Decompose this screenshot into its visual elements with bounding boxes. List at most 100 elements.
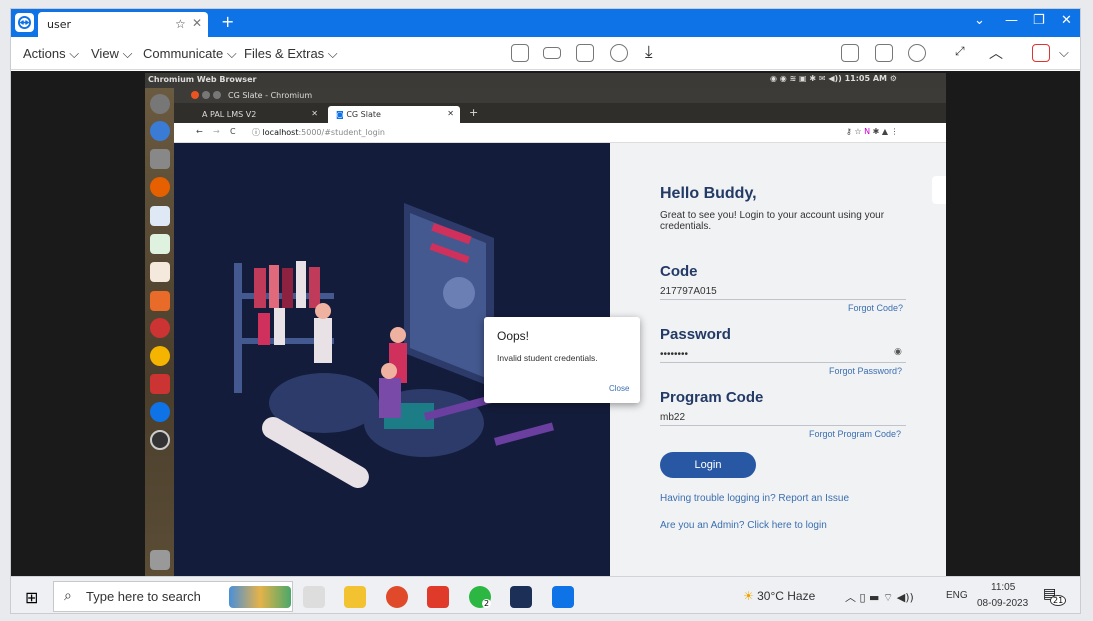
search-highlight-icon[interactable] [229, 586, 291, 608]
anydesk-icon[interactable] [427, 586, 449, 608]
chromium-toolbar: ← → C ⓘ localhost:5000/#student_login ⚷ … [174, 123, 946, 143]
writer-icon[interactable] [150, 206, 170, 226]
restore-icon[interactable]: ❐ [1033, 13, 1045, 28]
login-form: Hello Buddy, Great to see you! Login to … [610, 143, 946, 576]
fullscreen-icon[interactable]: ⤢ [955, 44, 965, 59]
error-dialog: Oops! Invalid student credentials. Close [484, 317, 640, 403]
menu-actions[interactable]: Actions ⌵ [23, 46, 79, 62]
file-explorer-icon[interactable] [344, 586, 366, 608]
impress-icon[interactable] [150, 262, 170, 282]
teamviewer-titlebar: user ☆ ✕ + ⌄ — ❐ ✕ [11, 9, 1080, 37]
trash-icon[interactable] [150, 550, 170, 570]
error-dialog-message: Invalid student credentials. [497, 353, 598, 363]
language-indicator[interactable]: ENG [946, 590, 968, 601]
teamviewer-menubar: Actions ⌵ View ⌵ Communicate ⌵ Files & E… [11, 37, 1080, 70]
report-issue-link[interactable]: Having trouble logging in? Report an Iss… [660, 493, 849, 504]
program-code-input[interactable]: mb22 [660, 412, 685, 423]
admin-login-link[interactable]: Are you an Admin? Click here to login [660, 520, 827, 531]
notification-icon[interactable]: ▤ 21 [1043, 586, 1067, 606]
new-tab-plus-icon[interactable]: + [221, 12, 234, 31]
forgot-password-link[interactable]: Forgot Password? [829, 366, 902, 376]
files-icon[interactable] [150, 149, 170, 169]
tab-pal-lms[interactable]: A PAL LMS V2 ✕ [194, 106, 324, 123]
session-tab-label: user [47, 18, 71, 31]
end-session-icon[interactable] [1032, 44, 1050, 62]
file-transfer-icon[interactable] [576, 44, 594, 62]
chromium-titlebar: CG Slate - Chromium [174, 88, 946, 103]
calc-icon[interactable] [150, 234, 170, 254]
error-dialog-close-button[interactable]: Close [609, 384, 629, 393]
windows-start-icon[interactable]: ⊞ [25, 588, 38, 607]
password-input[interactable]: •••••••• [660, 349, 688, 360]
panel-clock: 11:05 AM [844, 74, 887, 83]
ubuntu-launcher [145, 88, 174, 576]
new-tab-icon[interactable]: + [469, 106, 478, 119]
panel-indicators: ◉ ◉ ≋ ▣ ✱ ✉ ◀)) 11:05 AM ⚙ [770, 74, 897, 83]
taskbar-time[interactable]: 11:05 [991, 582, 1015, 593]
chevron-down-icon[interactable]: ⌄ [974, 13, 985, 28]
teamviewer-icon[interactable] [150, 402, 170, 422]
stats-icon[interactable] [511, 44, 529, 62]
chrome-icon[interactable] [386, 586, 408, 608]
whiteboard-icon[interactable] [841, 44, 859, 62]
end-session-dropdown-icon[interactable]: ⌵ [1059, 45, 1069, 61]
settings-icon[interactable] [150, 318, 170, 338]
session-tab[interactable]: user ☆ ✕ [38, 12, 208, 37]
app-icon-red[interactable] [150, 374, 170, 394]
record-icon[interactable] [610, 44, 628, 62]
keyboard-icon[interactable] [543, 47, 561, 59]
taskbar-date[interactable]: 08-09-2023 [977, 598, 1028, 609]
menu-files-extras[interactable]: Files & Extras ⌵ [244, 46, 338, 62]
eye-icon[interactable]: ◉ [894, 347, 902, 357]
greeting-heading: Hello Buddy, [660, 185, 757, 202]
search-placeholder: Type here to search [86, 589, 201, 604]
updater-icon[interactable] [150, 430, 170, 450]
program-code-underline [660, 425, 906, 426]
screenshot-icon[interactable] [875, 44, 893, 62]
ubuntu-top-panel: Chromium Web Browser ◉ ◉ ≋ ▣ ✱ ✉ ◀)) 11:… [145, 73, 946, 88]
back-icon[interactable]: ← [196, 127, 203, 136]
weather-widget[interactable]: ☀ 30°C Haze [743, 589, 815, 603]
software-center-icon[interactable] [150, 291, 170, 311]
menu-view[interactable]: View ⌵ [91, 46, 132, 62]
tab-cg-slate[interactable]: ◙ CG Slate ✕ [328, 106, 460, 123]
reload-icon[interactable]: C [230, 127, 236, 136]
whatsapp-badge: 2 [482, 599, 492, 608]
close-tab-icon[interactable]: ✕ [192, 16, 202, 30]
close-window-icon[interactable]: ✕ [1061, 13, 1072, 28]
close-icon[interactable] [191, 91, 199, 99]
password-label: Password [660, 326, 731, 343]
download-icon[interactable]: ⤓ [645, 42, 653, 62]
collapse-toolbar-icon[interactable]: ︿ [989, 43, 1003, 63]
search-icon: ⌕ [64, 587, 72, 603]
menu-communicate[interactable]: Communicate ⌵ [143, 46, 237, 62]
app-icon[interactable] [150, 346, 170, 366]
teamviewer-side-panel-icon[interactable] [932, 176, 946, 204]
minimize-icon[interactable] [202, 91, 210, 99]
minimize-icon[interactable]: — [1005, 13, 1018, 28]
task-view-icon[interactable] [303, 586, 325, 608]
teamviewer-taskbar-icon[interactable] [510, 586, 532, 608]
code-underline [660, 299, 906, 300]
chromium-icon[interactable] [150, 121, 170, 141]
notification-count: 21 [1050, 595, 1067, 606]
forgot-code-link[interactable]: Forgot Code? [848, 303, 903, 313]
forgot-program-code-link[interactable]: Forgot Program Code? [809, 429, 901, 439]
teamviewer-session-taskbar-icon[interactable] [552, 586, 574, 608]
error-dialog-title: Oops! [497, 329, 530, 343]
extension-icons[interactable]: ⚷ ☆ N ✱ ▲ ⋮ [846, 127, 899, 136]
code-input[interactable]: 217797A015 [660, 286, 717, 297]
address-bar[interactable]: ⓘ localhost:5000/#student_login [252, 127, 385, 138]
firefox-icon[interactable] [150, 177, 170, 197]
system-tray-icons[interactable]: ︿ ▯ ▬ ⌔ ◀)) [845, 589, 914, 605]
favorite-star-icon[interactable]: ☆ [175, 17, 186, 31]
share-icon[interactable] [908, 44, 926, 62]
code-label: Code [660, 263, 698, 280]
chromium-tabstrip: A PAL LMS V2 ✕ ◙ CG Slate ✕ + [174, 103, 946, 123]
maximize-icon[interactable] [213, 91, 221, 99]
forward-icon[interactable]: → [213, 127, 220, 136]
ubuntu-dash-icon[interactable] [150, 94, 170, 114]
panel-app-title: Chromium Web Browser [148, 75, 257, 84]
login-button[interactable]: Login [660, 452, 756, 478]
whatsapp-icon[interactable]: 2 [469, 586, 492, 608]
